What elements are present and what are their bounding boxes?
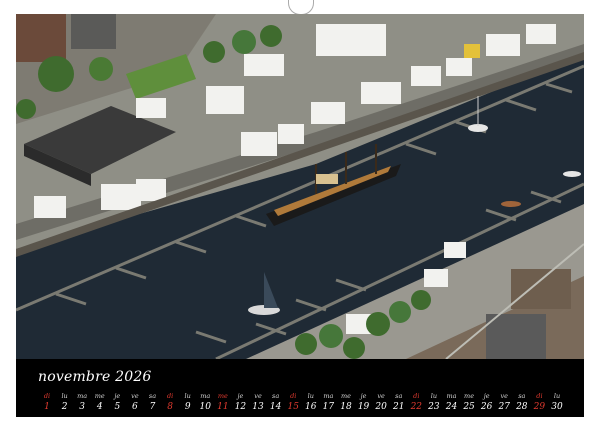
weekday-label: me bbox=[94, 392, 105, 400]
day-number: 6 bbox=[132, 402, 138, 412]
weekday-label: ma bbox=[446, 392, 457, 400]
day-number: 2 bbox=[61, 402, 68, 412]
day-number: 24 bbox=[445, 402, 458, 412]
day-number: 28 bbox=[516, 402, 528, 412]
weekday-label: ma bbox=[323, 392, 334, 400]
weekday-label: je bbox=[483, 392, 490, 400]
calendar-strip: novembre 2026 di 1 lu 2 ma 3 me 4 je 5 ve 6 sa 7 di 8 lu… bbox=[16, 359, 584, 417]
day-number: 21 bbox=[392, 402, 405, 412]
month-label: novembre 2026 bbox=[38, 369, 152, 385]
weekday-label: sa bbox=[148, 392, 157, 400]
weekday-label: me bbox=[464, 392, 475, 400]
day-number: 16 bbox=[305, 402, 317, 412]
weekday-label: lu bbox=[184, 392, 191, 400]
weekday-label: lu bbox=[307, 392, 314, 400]
day-number: 20 bbox=[375, 402, 387, 412]
day-number: 11 bbox=[217, 402, 229, 412]
day-number: 18 bbox=[340, 402, 352, 412]
harbour-photo bbox=[16, 14, 584, 359]
day-number: 25 bbox=[463, 402, 475, 412]
day-number: 1 bbox=[44, 402, 50, 412]
day-number: 22 bbox=[410, 402, 423, 412]
day-number: 4 bbox=[96, 402, 103, 412]
weekday-label: me bbox=[340, 392, 351, 400]
day-number: 26 bbox=[480, 402, 493, 412]
day-number: 27 bbox=[498, 402, 510, 412]
day-number: 10 bbox=[199, 402, 211, 412]
day-number: 5 bbox=[114, 402, 121, 412]
weekday-label: ve bbox=[254, 392, 262, 400]
weekday-label: je bbox=[237, 392, 244, 400]
weekday-label: di bbox=[536, 392, 543, 400]
day-number: 13 bbox=[252, 402, 264, 412]
weekday-label: di bbox=[413, 392, 420, 400]
day-number: 29 bbox=[533, 402, 546, 412]
weekday-label: ve bbox=[131, 392, 139, 400]
weekday-label: lu bbox=[61, 392, 68, 400]
weekday-label: ve bbox=[500, 392, 508, 400]
day-grid: di 1 lu 2 ma 3 me 4 je 5 ve 6 sa 7 di 8 lu 9 ma 10 me 11 je 12 v… bbox=[40, 392, 564, 412]
weekday-label: di bbox=[290, 392, 297, 400]
weekday-label: je bbox=[360, 392, 367, 400]
day-number: 7 bbox=[149, 402, 156, 412]
day-number: 19 bbox=[357, 402, 370, 412]
weekday-label: sa bbox=[395, 392, 403, 400]
weekday-label: ve bbox=[377, 392, 385, 400]
day-number: 30 bbox=[551, 402, 563, 412]
day-number: 3 bbox=[79, 402, 86, 412]
weekday-label: ma bbox=[200, 392, 211, 400]
day-number: 14 bbox=[269, 402, 282, 412]
weekday-label: lu bbox=[430, 392, 438, 400]
day-number: 12 bbox=[234, 402, 247, 412]
weekday-label: me bbox=[217, 392, 228, 400]
weekday-label: ma bbox=[77, 392, 88, 400]
weekday-label: di bbox=[43, 392, 51, 400]
weekday-label: sa bbox=[518, 392, 526, 400]
weekday-label: je bbox=[114, 392, 121, 400]
day-number: 9 bbox=[184, 402, 191, 412]
day-number: 15 bbox=[287, 402, 299, 412]
weekday-label: di bbox=[166, 392, 174, 400]
weekday-label: sa bbox=[272, 392, 280, 400]
day-number: 8 bbox=[167, 402, 173, 412]
day-number: 23 bbox=[428, 402, 440, 412]
day-number: 17 bbox=[322, 402, 335, 412]
weekday-label: lu bbox=[553, 392, 561, 400]
